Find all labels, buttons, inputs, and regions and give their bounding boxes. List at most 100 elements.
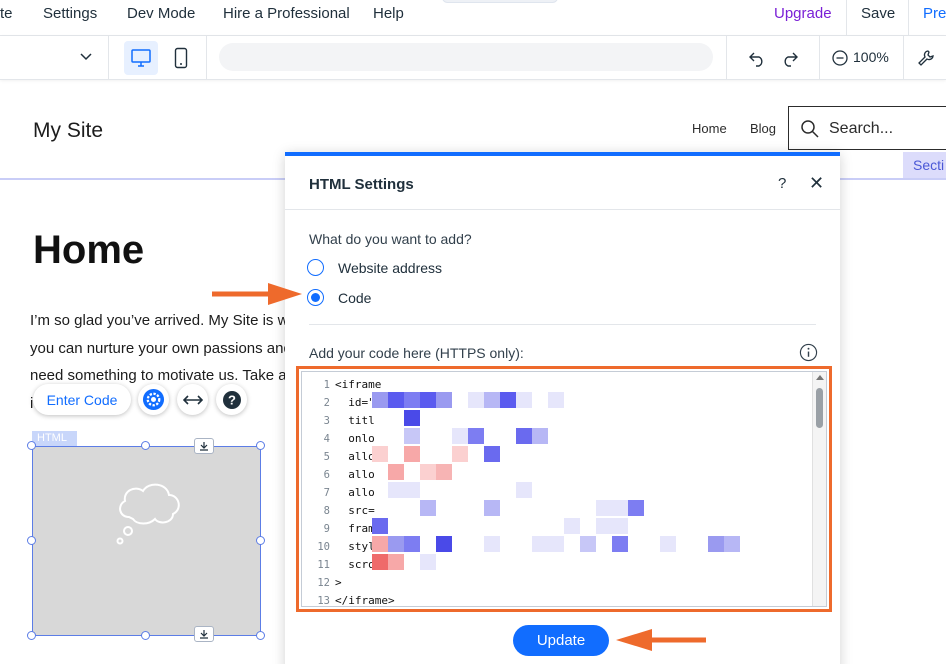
- resize-handle[interactable]: [27, 441, 36, 450]
- dialog-close-button[interactable]: ✕: [809, 173, 824, 194]
- chevron-down-icon[interactable]: [78, 49, 94, 65]
- code-line: <iframe: [335, 378, 382, 391]
- stretch-handle-bottom[interactable]: [194, 626, 214, 642]
- settings-button[interactable]: [138, 384, 169, 415]
- stretch-handle-top[interactable]: [194, 438, 214, 454]
- redaction-pixel: [404, 536, 420, 552]
- menu-item-settings[interactable]: Settings: [43, 5, 97, 22]
- code-line: styl: [335, 540, 375, 553]
- redaction-pixel: [484, 536, 500, 552]
- svg-text:?: ?: [228, 392, 236, 407]
- html-embed-element[interactable]: [32, 446, 261, 636]
- redaction-pixel: [420, 392, 436, 408]
- resize-handle[interactable]: [256, 441, 265, 450]
- stretch-button[interactable]: [177, 384, 208, 415]
- undo-icon[interactable]: [746, 47, 768, 69]
- resize-handle[interactable]: [256, 631, 265, 640]
- help-button[interactable]: ?: [216, 384, 247, 415]
- redaction-pixel: [468, 428, 484, 444]
- enter-code-button[interactable]: Enter Code: [33, 384, 131, 415]
- zoom-level[interactable]: 100%: [853, 49, 889, 65]
- paragraph-line: I’m so glad you’ve arrived. My Site is w…: [30, 312, 297, 329]
- redo-icon[interactable]: [779, 47, 801, 69]
- mobile-view-button[interactable]: [170, 45, 192, 71]
- redaction-pixel: [484, 446, 500, 462]
- resize-handle[interactable]: [27, 631, 36, 640]
- desktop-view-button[interactable]: [124, 41, 158, 75]
- radio-website-address[interactable]: [307, 259, 324, 276]
- scroll-thumb[interactable]: [816, 388, 823, 428]
- redaction-pixel: [420, 554, 436, 570]
- code-line: allo: [335, 486, 375, 499]
- redaction-pixel: [436, 464, 452, 480]
- menu-item-hire-professional[interactable]: Hire a Professional: [223, 5, 350, 22]
- page-address-bar[interactable]: [219, 43, 713, 71]
- preview-button[interactable]: Pre: [923, 5, 946, 22]
- site-search-box[interactable]: Search...: [788, 106, 946, 150]
- code-line: titl: [335, 414, 375, 427]
- menu-divider: [908, 0, 909, 36]
- menu-divider: [846, 0, 847, 36]
- redaction-pixel: [564, 518, 580, 534]
- redaction-pixel: [404, 392, 420, 408]
- page-heading: Home: [33, 228, 145, 272]
- upgrade-link[interactable]: Upgrade: [774, 5, 832, 22]
- line-number: 6: [323, 469, 330, 481]
- html-element-tag: HTML: [32, 431, 77, 446]
- paragraph-line: need something to motivate us. Take a: [30, 367, 287, 384]
- resize-handle[interactable]: [27, 536, 36, 545]
- redaction-pixel: [452, 446, 468, 462]
- line-number: 11: [317, 559, 330, 571]
- paragraph-line: you can nurture your own passions and: [30, 340, 292, 357]
- redaction-pixel: [484, 392, 500, 408]
- redaction-pixel: [724, 536, 740, 552]
- site-nav-blog[interactable]: Blog: [750, 121, 776, 136]
- code-line: id=": [335, 396, 375, 409]
- code-line: allo: [335, 468, 375, 481]
- code-line: onlo: [335, 432, 375, 445]
- site-nav-home[interactable]: Home: [692, 121, 727, 136]
- line-number: 9: [323, 523, 330, 535]
- code-field-label: Add your code here (HTTPS only):: [309, 345, 524, 361]
- code-scrollbar[interactable]: [812, 372, 826, 606]
- line-number: 13: [317, 595, 330, 607]
- horizontal-arrows-icon: [182, 394, 203, 405]
- menu-item-help[interactable]: Help: [373, 5, 404, 22]
- code-lines: <iframe id=" titl onlo allo allo allo sr…: [335, 376, 395, 607]
- scroll-up-arrow-icon[interactable]: [816, 375, 824, 380]
- dialog-help-button[interactable]: ?: [778, 175, 786, 192]
- redaction-pixel: [516, 392, 532, 408]
- gear-icon: [142, 388, 165, 411]
- code-line: src=: [335, 504, 375, 517]
- section-tag[interactable]: Secti: [903, 152, 946, 178]
- info-icon[interactable]: [799, 343, 818, 362]
- code-line: fram: [335, 522, 375, 535]
- wrench-icon[interactable]: [916, 48, 936, 68]
- line-number: 4: [323, 433, 330, 445]
- site-search-placeholder: Search...: [829, 120, 894, 137]
- code-editor[interactable]: 1234567891011121314 <iframe id=" titl on…: [301, 371, 827, 607]
- radio-code[interactable]: [307, 289, 324, 306]
- zoom-out-icon[interactable]: [831, 49, 849, 67]
- save-button[interactable]: Save: [861, 5, 895, 22]
- resize-handle[interactable]: [256, 536, 265, 545]
- radio-label-code[interactable]: Code: [338, 290, 371, 306]
- code-line: >: [335, 576, 342, 589]
- line-number: 1: [323, 379, 330, 391]
- redaction-pixel: [596, 500, 612, 516]
- dialog-question: What do you want to add?: [309, 231, 472, 247]
- search-icon: [801, 120, 819, 138]
- redaction-pixel: [708, 536, 724, 552]
- menu-item-dev-mode[interactable]: Dev Mode: [127, 5, 195, 22]
- code-line: </iframe>: [335, 594, 395, 607]
- line-number: 2: [323, 397, 330, 409]
- resize-handle[interactable]: [141, 441, 150, 450]
- radio-label-website-address[interactable]: Website address: [338, 260, 442, 276]
- redaction-pixel: [484, 500, 500, 516]
- resize-handle[interactable]: [141, 631, 150, 640]
- menu-item-site[interactable]: te: [0, 5, 13, 22]
- redaction-pixel: [436, 392, 452, 408]
- redaction-pixel: [452, 428, 468, 444]
- update-button[interactable]: Update: [513, 625, 609, 656]
- redaction-pixel: [660, 536, 676, 552]
